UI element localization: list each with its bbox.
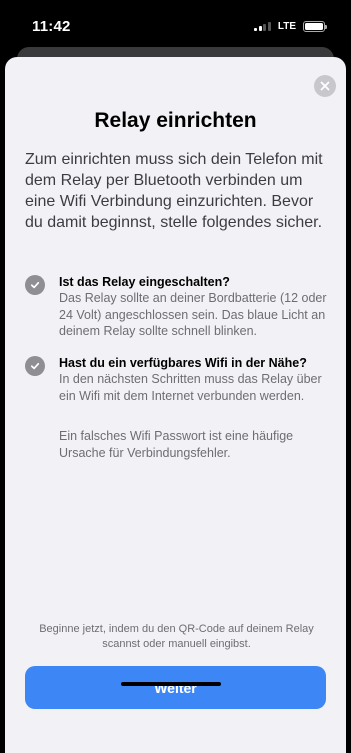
status-indicators: LTE bbox=[254, 20, 327, 32]
status-bar: 11:42 LTE bbox=[0, 0, 351, 52]
battery-icon bbox=[303, 20, 327, 32]
page-title: Relay einrichten bbox=[94, 109, 257, 132]
footer-hint: Beginne jetzt, indem du den QR-Code auf … bbox=[39, 623, 314, 650]
checkmark-icon bbox=[25, 356, 45, 376]
close-icon bbox=[320, 81, 330, 91]
signal-strength-icon bbox=[254, 21, 271, 31]
checkmark-icon bbox=[25, 275, 45, 295]
status-time: 11:42 bbox=[32, 17, 71, 35]
setup-sheet: Relay einrichten Zum einrichten muss sic… bbox=[5, 57, 346, 753]
network-type: LTE bbox=[277, 20, 296, 32]
close-button[interactable] bbox=[314, 75, 336, 97]
checklist-item-power: Ist das Relay eingeschalten? Das Relay s… bbox=[25, 274, 332, 340]
next-button[interactable]: Weiter bbox=[25, 666, 326, 709]
intro-text: Zum einrichten muss sich dein Telefon mi… bbox=[25, 151, 323, 231]
home-indicator[interactable] bbox=[121, 682, 221, 686]
wifi-password-note: Ein falsches Wifi Passwort ist eine häuf… bbox=[59, 429, 294, 460]
checklist-item-description: Das Relay sollte an deiner Bordbatterie … bbox=[59, 291, 327, 338]
checklist-item-wifi: Hast du ein verfügbares Wifi in der Nähe… bbox=[25, 355, 332, 404]
checklist-item-title: Ist das Relay eingeschalten? bbox=[59, 275, 230, 289]
checklist-item-description: In den nächsten Schritten muss das Relay… bbox=[59, 372, 322, 403]
checklist-item-title: Hast du ein verfügbares Wifi in der Nähe… bbox=[59, 356, 307, 370]
